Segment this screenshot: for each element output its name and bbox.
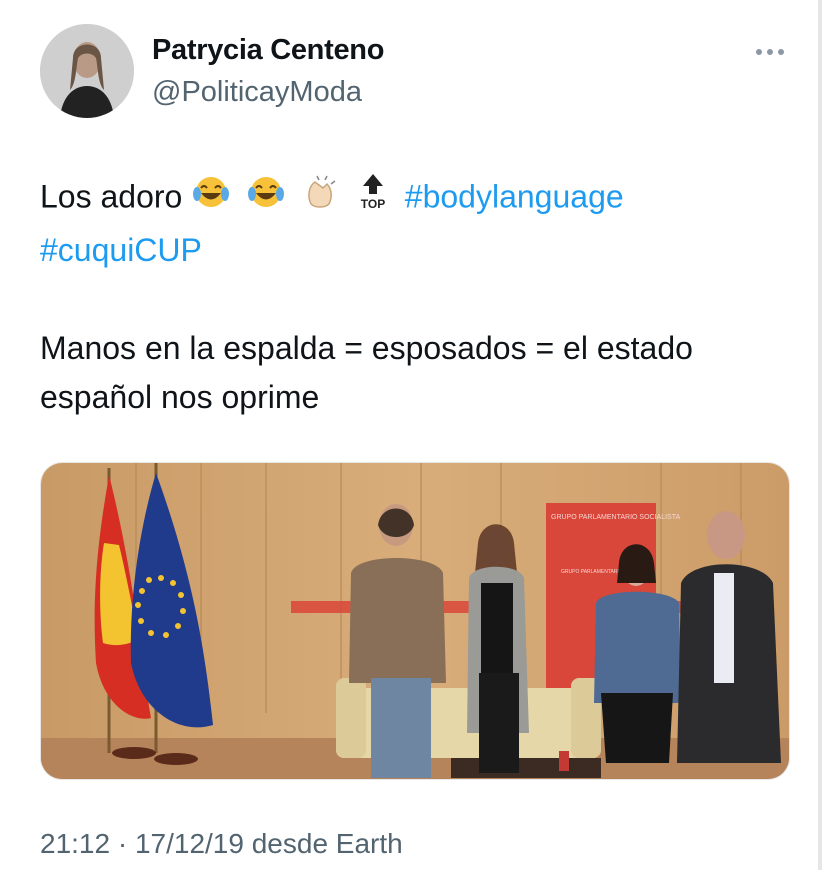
avatar-image (40, 24, 134, 118)
avatar[interactable] (40, 24, 134, 118)
tweet-line-1: Los adoro TOP #bodylanguage (40, 172, 790, 226)
tweet-photo[interactable]: GRUPO PARLAMENTARIO SOCIALISTA GRUPO PAR… (40, 462, 790, 780)
tweet-text-start: Los adoro (40, 178, 183, 215)
top-arrow-icon: TOP (356, 172, 390, 226)
clapping-hands-icon (301, 174, 341, 224)
hashtag-link[interactable]: #cuquiCUP (40, 232, 202, 268)
tweet-paragraph-line-2: español nos oprime (40, 379, 320, 415)
photo-image: GRUPO PARLAMENTARIO SOCIALISTA GRUPO PAR… (41, 463, 789, 779)
joy-emoji-icon (191, 174, 231, 224)
tweet-text: Los adoro TOP #bodylanguage #cuquiCUP Ma… (40, 172, 790, 422)
author-handle[interactable]: @PoliticayModa (152, 76, 362, 109)
tweet-paragraph-line-1: Manos en la espalda = esposados = el est… (40, 330, 693, 366)
tweet-line-2: #cuquiCUP (40, 226, 790, 275)
author-name[interactable]: Patrycia Centeno (152, 34, 384, 67)
joy-emoji-icon (246, 174, 286, 224)
hashtag-link[interactable]: #bodylanguage (405, 178, 624, 214)
more-options-icon[interactable] (752, 40, 788, 64)
tweet-timestamp[interactable]: 21:12 · 17/12/19 desde Earth (40, 828, 403, 860)
scrollbar[interactable] (818, 0, 822, 870)
banner-text: GRUPO PARLAMENTARIO SOCIALISTA (551, 514, 680, 521)
svg-text:TOP: TOP (361, 197, 385, 211)
